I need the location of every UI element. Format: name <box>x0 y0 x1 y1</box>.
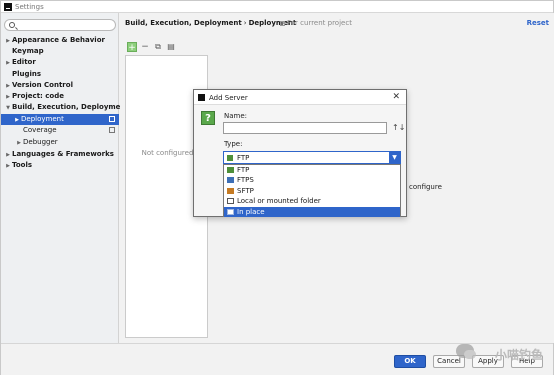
sidebar-item-label: Plugins <box>12 70 42 78</box>
sidebar-item-languages-frameworks[interactable]: ▶ Languages & Frameworks <box>4 149 118 160</box>
server-name-input[interactable] <box>223 122 387 134</box>
server-type-dropdown: FTP FTPS SFTP Local or mounted folder In… <box>223 164 401 217</box>
project-settings-icon <box>109 116 115 122</box>
option-ftp[interactable]: FTP <box>224 165 400 175</box>
sidebar-item-label: Deployment <box>21 115 64 123</box>
expand-arrow-icon[interactable]: ▶ <box>15 138 23 149</box>
option-sftp[interactable]: SFTP <box>224 186 400 196</box>
sidebar-item-label: Editor <box>12 58 36 66</box>
type-label-text: Type: <box>224 140 243 148</box>
option-ftps[interactable]: FTPS <box>224 175 400 185</box>
option-label: SFTP <box>237 186 254 195</box>
sidebar-item-debugger[interactable]: ▶ Debugger <box>15 137 119 148</box>
sidebar-item-label: Keymap <box>12 47 44 55</box>
sidebar-item-editor[interactable]: ▶ Editor <box>4 57 118 68</box>
dialog-title: Add Server <box>209 94 248 102</box>
sidebar-item-label: Languages & Frameworks <box>12 150 114 158</box>
settings-search-input[interactable] <box>4 19 116 31</box>
sidebar-item-tools[interactable]: ▶ Tools <box>4 160 118 171</box>
option-label: FTPS <box>237 176 254 185</box>
in-place-icon <box>227 208 234 215</box>
chevron-down-icon[interactable]: ▼ <box>389 152 400 163</box>
reset-link[interactable]: Reset <box>527 19 549 27</box>
breadcrumb-parent: Build, Execution, Deployment <box>125 19 242 27</box>
ftp-icon <box>227 167 234 173</box>
sidebar-item-label: Tools <box>12 161 33 169</box>
close-icon[interactable]: ✕ <box>392 92 400 102</box>
collapse-arrow-icon[interactable]: ▼ <box>4 103 12 114</box>
option-label: In place <box>237 207 265 216</box>
sidebar-item-appearance[interactable]: ▶ Appearance & Behavior <box>4 35 118 46</box>
delete-server-button[interactable]: ▤ <box>166 42 176 52</box>
sidebar-item-plugins[interactable]: Plugins <box>4 69 118 80</box>
sftp-icon <box>227 187 234 194</box>
app-icon <box>4 3 12 11</box>
wechat-logo-icon <box>456 344 476 359</box>
project-scope-icon <box>280 20 285 26</box>
window-title: Settings <box>15 3 44 11</box>
ftps-icon <box>227 177 234 184</box>
app-icon <box>198 94 205 101</box>
configure-hint: configure <box>409 183 442 191</box>
option-label: Local or mounted folder <box>237 197 321 206</box>
settings-sidebar: ▶ Appearance & Behavior Keymap ▶ Editor Pl… <box>1 13 129 343</box>
expand-arrow-icon[interactable]: ▶ <box>4 58 12 69</box>
option-local-folder[interactable]: Local or mounted folder <box>224 196 400 206</box>
name-label-text: Name: <box>224 112 248 120</box>
copy-server-button[interactable]: ⧉ <box>153 42 163 52</box>
watermark-text: 小喵钓鱼 <box>494 348 543 362</box>
add-server-dialog: Add Server ✕ ? Name: ↑↓ Type: FTP ▼ FTP … <box>193 89 407 217</box>
type-selected-value: FTP <box>237 154 250 162</box>
breadcrumb: Build, Execution, Deployment › Deployment <box>125 19 296 27</box>
settings-window: Settings ▶ Appearance & Behavior Keymap ▶… <box>0 0 554 375</box>
project-scope-label: For current project <box>280 19 352 27</box>
scope-text: For current project <box>287 19 352 27</box>
name-label: Name: <box>224 112 247 120</box>
option-in-place[interactable]: In place <box>224 206 400 217</box>
expand-arrow-icon[interactable]: ▶ <box>4 161 12 172</box>
remove-server-button[interactable]: − <box>140 42 150 52</box>
option-label: FTP <box>237 166 250 174</box>
sidebar-item-label: Version Control <box>12 81 73 89</box>
server-type-select[interactable]: FTP ▼ <box>223 151 401 164</box>
sidebar-item-label: Build, Execution, Deployment <box>12 103 129 111</box>
sidebar-item-build-execution-deployment[interactable]: ▼ Build, Execution, Deployment <box>4 102 129 114</box>
ftp-icon <box>227 155 233 161</box>
question-icon: ? <box>201 111 215 125</box>
sort-icon[interactable]: ↑↓ <box>392 123 405 132</box>
ok-button[interactable]: OK <box>394 355 426 368</box>
type-label: Type: <box>224 140 242 148</box>
sidebar-item-keymap[interactable]: Keymap <box>4 46 118 57</box>
sidebar-item-label: Appearance & Behavior <box>12 36 105 44</box>
sidebar-item-coverage[interactable]: Coverage <box>15 125 119 136</box>
sidebar-item-label: Debugger <box>23 138 58 146</box>
folder-icon <box>227 198 234 205</box>
project-settings-icon <box>109 127 115 133</box>
dialog-title-bar: Add Server ✕ <box>194 90 406 105</box>
sidebar-item-version-control[interactable]: ▶ Version Control <box>4 80 118 91</box>
add-server-button[interactable]: + <box>127 42 137 53</box>
sidebar-item-label: Coverage <box>23 126 57 134</box>
sidebar-item-project[interactable]: ▶ Project: code <box>4 91 118 102</box>
sidebar-item-deployment[interactable]: ▶ Deployment <box>1 114 119 125</box>
title-bar: Settings <box>1 1 553 13</box>
breadcrumb-separator: › <box>243 19 247 27</box>
sidebar-item-label: Project: code <box>12 92 64 100</box>
search-icon <box>9 22 15 28</box>
